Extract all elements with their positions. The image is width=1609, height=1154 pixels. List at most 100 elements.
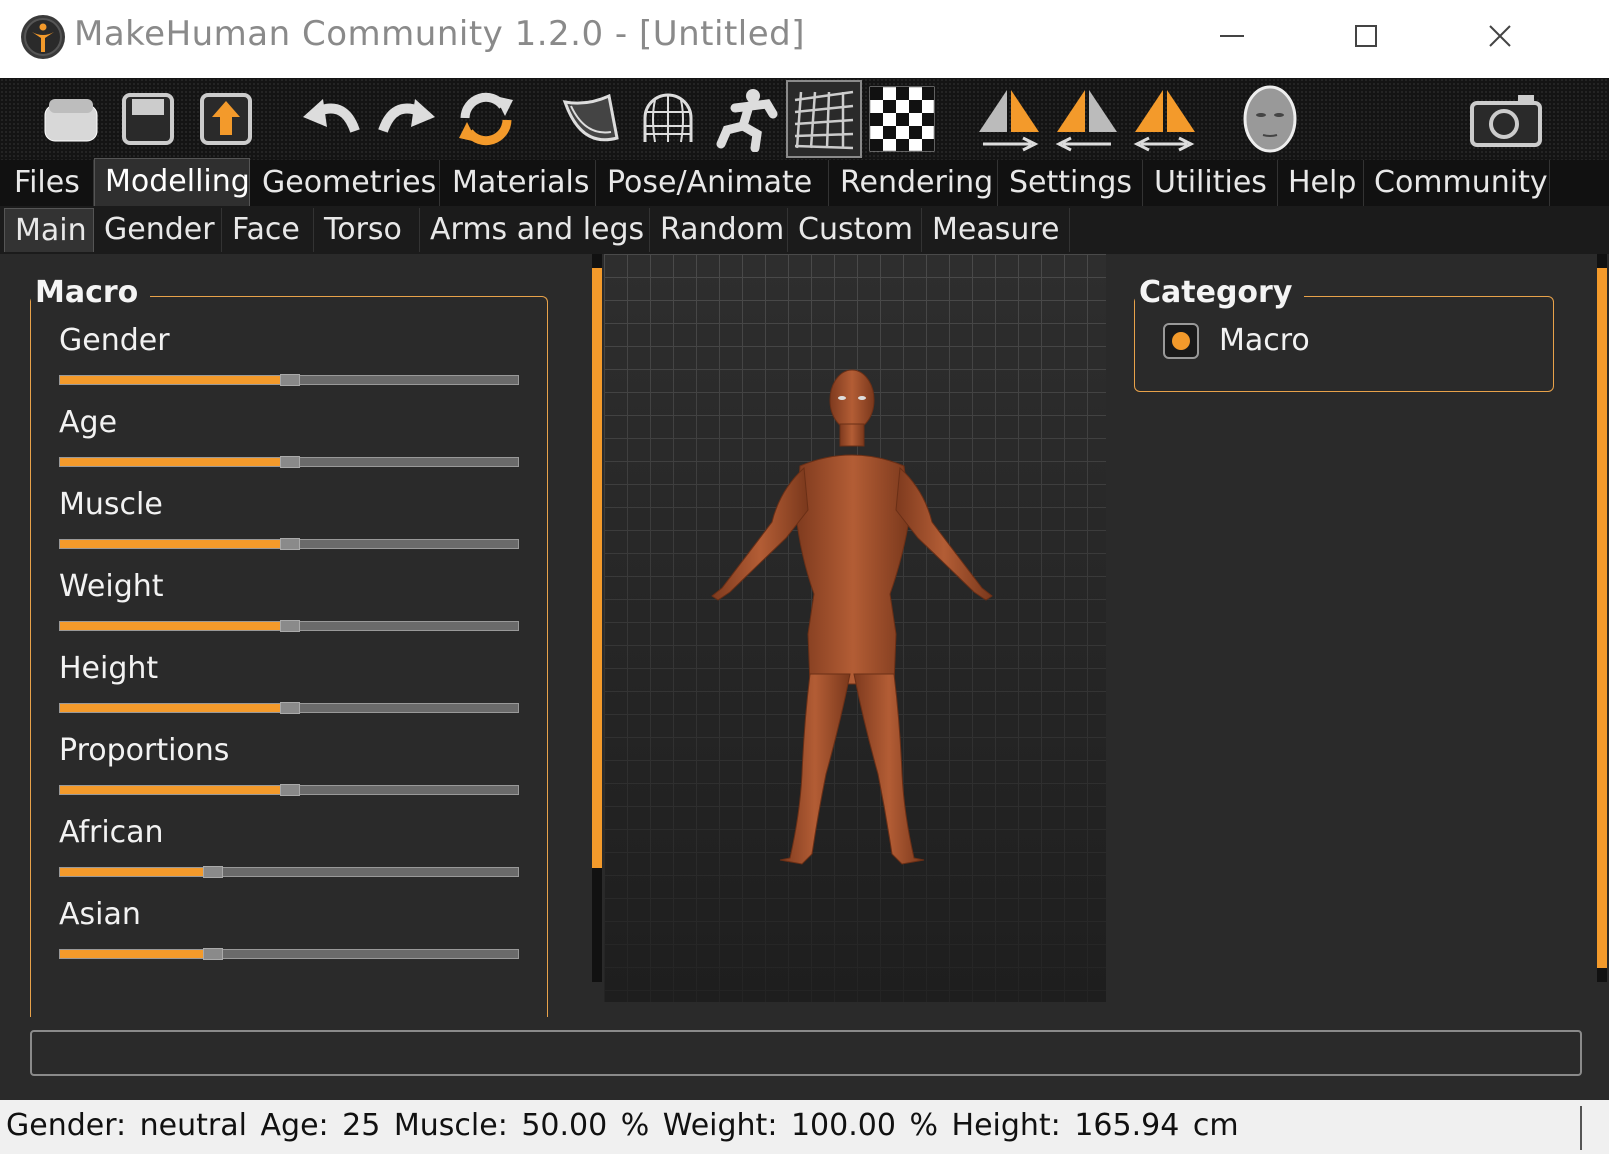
slider-handle[interactable] [280,784,300,796]
tab-community[interactable]: Community [1364,160,1550,206]
reset-icon [459,92,513,146]
reset-button[interactable] [450,82,522,156]
slider-handle[interactable] [280,702,300,714]
sub-tab-bar: Main Gender Face Torso Arms and legs Ran… [0,206,1609,254]
load-button[interactable] [34,82,106,156]
slider-label-african: African [59,815,164,850]
slider-label-muscle: Muscle [59,487,163,522]
subtab-face[interactable]: Face [222,208,314,252]
left-panel-scrollbar[interactable] [592,254,602,982]
save-button[interactable] [112,82,184,156]
symmetry-left-button[interactable] [1050,82,1122,156]
grid-icon [794,90,854,150]
wireframe-button[interactable] [632,82,704,156]
tab-settings[interactable]: Settings [999,160,1143,206]
category-macro-label[interactable]: Macro [1219,323,1310,358]
slider-fill [60,868,203,876]
status-divider [1580,1106,1582,1150]
left-scrollbar-thumb[interactable] [592,268,602,868]
3d-viewport[interactable] [604,254,1106,1002]
tab-materials[interactable]: Materials [442,160,596,206]
slider-label-gender: Gender [59,323,170,358]
slider-handle[interactable] [280,538,300,550]
close-button[interactable] [1470,14,1530,58]
subtab-arms-and-legs[interactable]: Arms and legs [420,208,650,252]
subtab-main[interactable]: Main [4,208,94,252]
status-bar: Gender: neutral Age: 25 Muscle: 50.00 % … [0,1100,1609,1154]
export-button[interactable] [190,82,262,156]
status-text: Gender: neutral Age: 25 Muscle: 50.00 % … [6,1108,1239,1143]
slider-handle[interactable] [203,948,223,960]
tab-geometries[interactable]: Geometries [252,160,440,206]
slider-muscle[interactable] [59,538,519,550]
tab-modelling[interactable]: Modelling [94,158,250,206]
radio-selected-dot [1172,332,1190,350]
content-area: Macro Gender Age Muscle Weight Height Proport… [0,254,1609,1154]
symmetry-right-icon [979,90,1039,152]
slider-fill [60,622,280,630]
slider-fill [60,950,203,958]
tab-files[interactable]: Files [4,160,94,206]
window-title: MakeHuman Community 1.2.0 - [Untitled] [74,14,805,54]
makehuman-logo-icon [20,14,66,60]
symmetry-left-icon [1055,90,1117,152]
grid-toggle-button[interactable] [786,80,862,158]
checker-background-icon [869,86,935,152]
slider-handle[interactable] [203,866,223,878]
symmetry-both-button[interactable] [1128,82,1200,156]
slider-gender[interactable] [59,374,519,386]
tab-pose-animate[interactable]: Pose/Animate [597,160,829,206]
undo-button[interactable] [294,82,366,156]
export-icon [200,93,252,145]
open-folder-icon [44,99,98,142]
face-view-icon [1243,85,1297,153]
slider-fill [60,786,280,794]
camera-icon [1470,95,1542,147]
slider-fill [60,376,280,384]
slider-label-asian: Asian [59,897,141,932]
slider-african[interactable] [59,866,519,878]
slider-asian[interactable] [59,948,519,960]
slider-label-height: Height [59,651,159,686]
slider-weight[interactable] [59,620,519,632]
slider-fill [60,704,280,712]
right-panel-scrollbar[interactable] [1597,254,1607,982]
slider-label-proportions: Proportions [59,733,230,768]
symmetry-right-button[interactable] [972,82,1044,156]
slider-age[interactable] [59,456,519,468]
minimize-button[interactable] [1202,14,1262,58]
slider-fill [60,540,280,548]
category-macro-radio[interactable] [1163,323,1199,359]
background-button[interactable] [866,82,938,156]
subtab-gender[interactable]: Gender [94,208,222,252]
category-group-title: Category [1135,275,1305,310]
smooth-button[interactable] [554,82,626,156]
maximize-button[interactable] [1336,14,1396,58]
redo-button[interactable] [372,82,444,156]
screenshot-button[interactable] [1456,82,1556,156]
tab-utilities[interactable]: Utilities [1144,160,1278,206]
toolbar [0,78,1609,160]
face-camera-button[interactable] [1234,82,1306,156]
slider-proportions[interactable] [59,784,519,796]
slider-handle[interactable] [280,374,300,386]
slider-fill [60,458,280,466]
macro-group-title: Macro [31,275,151,310]
redo-icon [378,99,435,133]
subtab-torso[interactable]: Torso [314,208,420,252]
tab-help[interactable]: Help [1278,160,1364,206]
pose-icon [716,89,778,152]
tab-rendering[interactable]: Rendering [830,160,998,206]
pose-button[interactable] [710,82,782,156]
slider-label-age: Age [59,405,118,440]
title-bar: MakeHuman Community 1.2.0 - [Untitled] [0,0,1609,78]
slider-height[interactable] [59,702,519,714]
subtab-custom[interactable]: Custom [788,208,922,252]
slider-handle[interactable] [280,456,300,468]
subtab-random[interactable]: Random [650,208,788,252]
undo-icon [303,99,360,133]
command-input[interactable] [30,1030,1582,1076]
subtab-measure[interactable]: Measure [922,208,1070,252]
slider-handle[interactable] [280,620,300,632]
right-scrollbar-thumb[interactable] [1597,268,1607,968]
